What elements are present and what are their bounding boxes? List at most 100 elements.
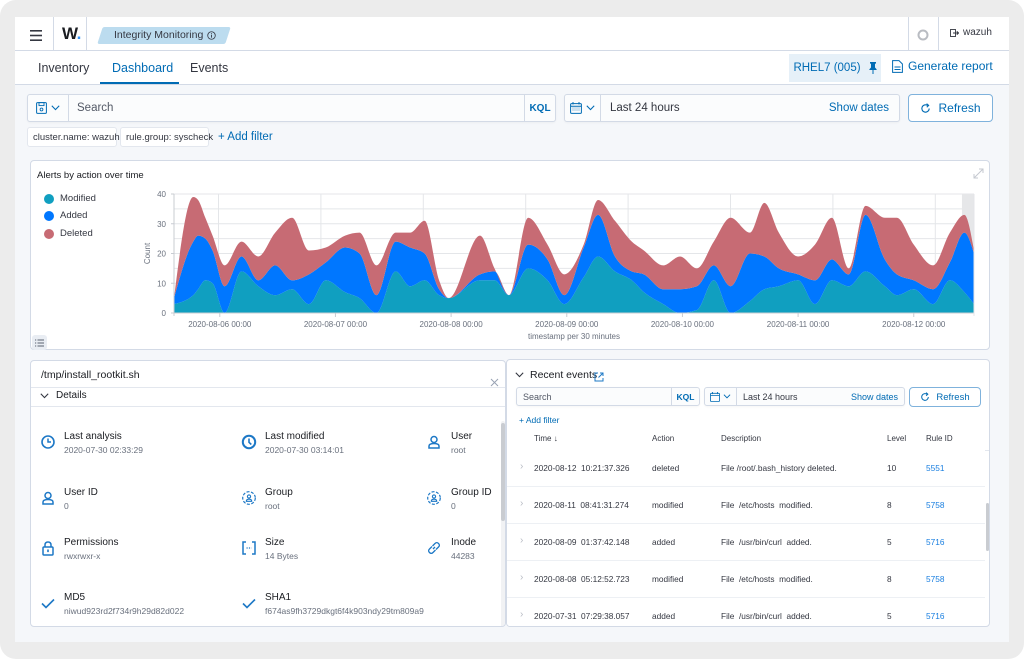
- toggle-legend-button[interactable]: [32, 335, 47, 350]
- top-header: W. Integrity Monitoring wazuh: [15, 17, 1009, 51]
- link-icon: [426, 540, 442, 556]
- legend-item-modified[interactable]: Modified: [44, 193, 96, 204]
- table-row[interactable]: › 2020-08-08 05:12:52.723 modified File …: [507, 561, 985, 598]
- refresh-button[interactable]: Refresh: [908, 94, 993, 122]
- menu-button[interactable]: [30, 28, 42, 39]
- data-point-deleted: [777, 231, 781, 235]
- column-header-description[interactable]: Description: [721, 433, 761, 445]
- data-point-added: [712, 263, 716, 267]
- column-header-level[interactable]: Level: [887, 433, 906, 445]
- data-point-added: [203, 237, 207, 241]
- add-filter-button[interactable]: + Add filter: [218, 130, 273, 144]
- detail-permissions: Permissions rwxrwxr-x: [40, 536, 220, 566]
- open-events-link[interactable]: [594, 369, 604, 379]
- expand-row-icon[interactable]: ›: [520, 535, 523, 546]
- table-row[interactable]: › 2020-08-09 01:37:42.148 added File /us…: [507, 524, 985, 561]
- cell-rule-id-link[interactable]: 5551: [926, 462, 944, 474]
- clock-filled-icon: [241, 434, 257, 450]
- events-kql-toggle[interactable]: KQL: [671, 388, 699, 405]
- tab-inventory[interactable]: Inventory: [38, 60, 89, 76]
- quick-date-menu-button[interactable]: [565, 95, 601, 121]
- chevron-down-icon: [515, 372, 524, 378]
- breadcrumb[interactable]: Integrity Monitoring: [100, 27, 228, 44]
- data-point-modified: [273, 293, 277, 297]
- table-row[interactable]: › 2020-07-31 07:29:38.057 added File /us…: [507, 598, 985, 626]
- cell-rule-id-link[interactable]: 5758: [926, 499, 944, 511]
- data-point-modified: [526, 266, 530, 270]
- table-row[interactable]: › 2020-08-12 10:21:37.326 deleted File /…: [507, 450, 985, 487]
- info-icon: [207, 31, 216, 40]
- events-add-filter-button[interactable]: + Add filter: [519, 414, 559, 426]
- expand-row-icon[interactable]: ›: [520, 572, 523, 583]
- refresh-label: Refresh: [938, 101, 980, 115]
- recent-events-toggle[interactable]: Recent events: [515, 368, 597, 382]
- data-point-added: [545, 257, 549, 261]
- close-details-button[interactable]: [490, 374, 499, 383]
- show-dates-button[interactable]: Show dates: [829, 95, 899, 121]
- data-point-deleted: [507, 293, 511, 297]
- search-input[interactable]: Search: [69, 95, 524, 121]
- agent-selector-button[interactable]: RHEL7 (005): [789, 54, 881, 82]
- tab-events[interactable]: Events: [190, 60, 228, 76]
- data-point-added: [912, 278, 916, 282]
- events-scrollbar-thumb[interactable]: [986, 503, 989, 551]
- data-point-added: [695, 284, 699, 288]
- data-point-modified: [613, 269, 617, 273]
- events-show-dates-button[interactable]: Show dates: [851, 388, 904, 405]
- data-point-modified: [864, 269, 868, 273]
- cell-description: File /usr/bin/curl added.: [721, 610, 812, 622]
- kql-toggle[interactable]: KQL: [524, 95, 555, 121]
- legend-item-added[interactable]: Added: [44, 210, 87, 221]
- data-point-added: [223, 284, 227, 288]
- cell-rule-id-link[interactable]: 5716: [926, 536, 944, 548]
- column-header-action[interactable]: Action: [652, 433, 674, 445]
- column-header-time[interactable]: Time ↓: [534, 433, 558, 445]
- agent-name: RHEL7 (005): [793, 62, 860, 74]
- data-point-added: [661, 287, 665, 291]
- data-point-modified: [196, 287, 200, 291]
- data-point-deleted: [478, 234, 482, 238]
- saved-queries-button[interactable]: [28, 95, 69, 121]
- events-date-range[interactable]: Last 24 hours: [737, 388, 851, 405]
- tab-dashboard[interactable]: Dashboard: [112, 60, 173, 76]
- pin-icon: [869, 62, 877, 74]
- close-icon: [490, 378, 499, 387]
- events-quick-date-button[interactable]: [705, 388, 737, 405]
- user-icon: [40, 490, 56, 506]
- expand-row-icon[interactable]: ›: [520, 609, 523, 620]
- detail-value: 0: [64, 500, 69, 512]
- fullscreen-button[interactable]: [973, 166, 984, 177]
- health-check-button[interactable]: [917, 28, 929, 40]
- user-menu[interactable]: wazuh: [950, 27, 992, 38]
- username: wazuh: [963, 27, 992, 38]
- file-path-title: /tmp/install_rootkit.sh: [41, 368, 140, 382]
- details-section-label: Details: [56, 389, 87, 403]
- cell-rule-id-link[interactable]: 5716: [926, 610, 944, 622]
- details-accordion-toggle[interactable]: Details: [40, 389, 87, 403]
- data-point-modified: [478, 278, 482, 282]
- details-scrollbar-track[interactable]: [501, 421, 505, 627]
- data-point-modified: [290, 287, 294, 291]
- data-point-deleted: [447, 296, 451, 300]
- column-header-rule-id[interactable]: Rule ID: [926, 433, 953, 445]
- data-point-added: [394, 240, 398, 244]
- cell-rule-id-link[interactable]: 5758: [926, 573, 944, 585]
- expand-row-icon[interactable]: ›: [520, 461, 523, 472]
- data-point-added: [642, 272, 646, 276]
- filter-pill[interactable]: rule.group: syscheck: [120, 127, 209, 147]
- generate-report-button[interactable]: Generate report: [892, 59, 993, 73]
- data-point-deleted: [408, 231, 412, 235]
- data-point-modified: [408, 284, 412, 288]
- events-refresh-button[interactable]: Refresh: [909, 387, 981, 407]
- date-range-display[interactable]: Last 24 hours: [601, 95, 829, 121]
- details-scrollbar-thumb[interactable]: [501, 423, 505, 521]
- filter-pill[interactable]: cluster.name: wazuh: [27, 127, 117, 147]
- data-point-added: [813, 278, 817, 282]
- wazuh-logo[interactable]: W.: [62, 24, 81, 44]
- legend-item-deleted[interactable]: Deleted: [44, 228, 93, 239]
- data-point-deleted: [343, 234, 347, 238]
- table-row[interactable]: › 2020-08-11 08:41:31.274 modified File …: [507, 487, 985, 524]
- data-point-modified: [545, 278, 549, 282]
- events-search-input[interactable]: Search: [517, 388, 671, 405]
- expand-row-icon[interactable]: ›: [520, 498, 523, 509]
